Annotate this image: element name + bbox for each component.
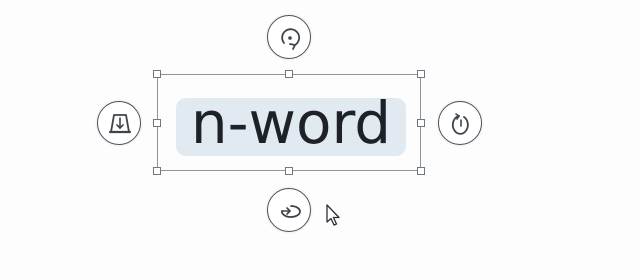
rotate-button[interactable] [267,15,311,59]
mouse-pointer-icon [326,204,342,228]
rotate-vertical-button[interactable] [438,101,482,145]
editor-canvas[interactable]: n-word [0,0,640,280]
resize-handle-bottom-left[interactable] [153,167,161,175]
resize-handle-right[interactable] [417,119,425,127]
perspective-button[interactable] [97,101,141,145]
resize-handle-left[interactable] [153,119,161,127]
spin-button[interactable] [267,188,311,232]
resize-handle-top[interactable] [285,70,293,78]
resize-handle-bottom-right[interactable] [417,167,425,175]
selection-bounding-box [157,74,421,171]
resize-handle-bottom[interactable] [285,167,293,175]
selected-text-object[interactable]: n-word [153,70,425,175]
resize-handle-top-right[interactable] [417,70,425,78]
resize-handle-top-left[interactable] [153,70,161,78]
